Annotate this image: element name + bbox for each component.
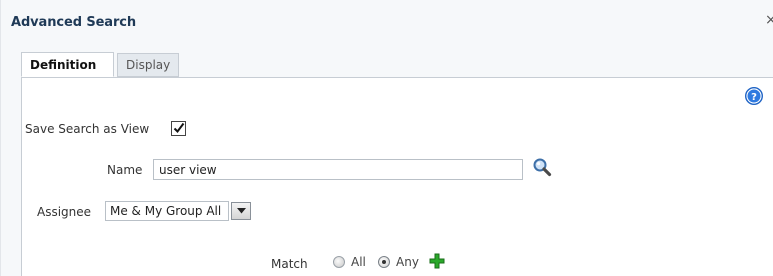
add-icon[interactable] (429, 253, 445, 269)
name-input[interactable] (153, 159, 523, 180)
dialog-header: Advanced Search × (1, 0, 773, 46)
dialog-title: Advanced Search (11, 15, 137, 30)
name-label: Name (107, 163, 143, 177)
match-all-label: All (351, 255, 366, 269)
help-icon-glyph: ? (751, 92, 757, 103)
match-any-radio[interactable] (378, 256, 390, 268)
save-as-view-label: Save Search as View (25, 122, 150, 136)
match-any-label: Any (396, 255, 419, 269)
checkmark-icon (173, 122, 185, 134)
assignee-label: Assignee (37, 205, 92, 219)
search-icon[interactable] (531, 157, 553, 179)
help-icon[interactable]: ? (744, 86, 764, 106)
assignee-select[interactable]: Me & My Group All (105, 201, 253, 221)
tab-display[interactable]: Display (117, 53, 179, 77)
match-all-radio[interactable] (333, 256, 345, 268)
save-as-view-checkbox[interactable] (171, 121, 186, 136)
tab-definition[interactable]: Definition (21, 52, 114, 77)
match-label: Match (271, 257, 308, 271)
close-icon[interactable]: × (765, 12, 773, 28)
assignee-selected-value: Me & My Group All (105, 201, 229, 221)
chevron-down-icon[interactable] (231, 202, 251, 220)
advanced-search-dialog: Advanced Search × Definition Display ? S… (0, 0, 773, 276)
